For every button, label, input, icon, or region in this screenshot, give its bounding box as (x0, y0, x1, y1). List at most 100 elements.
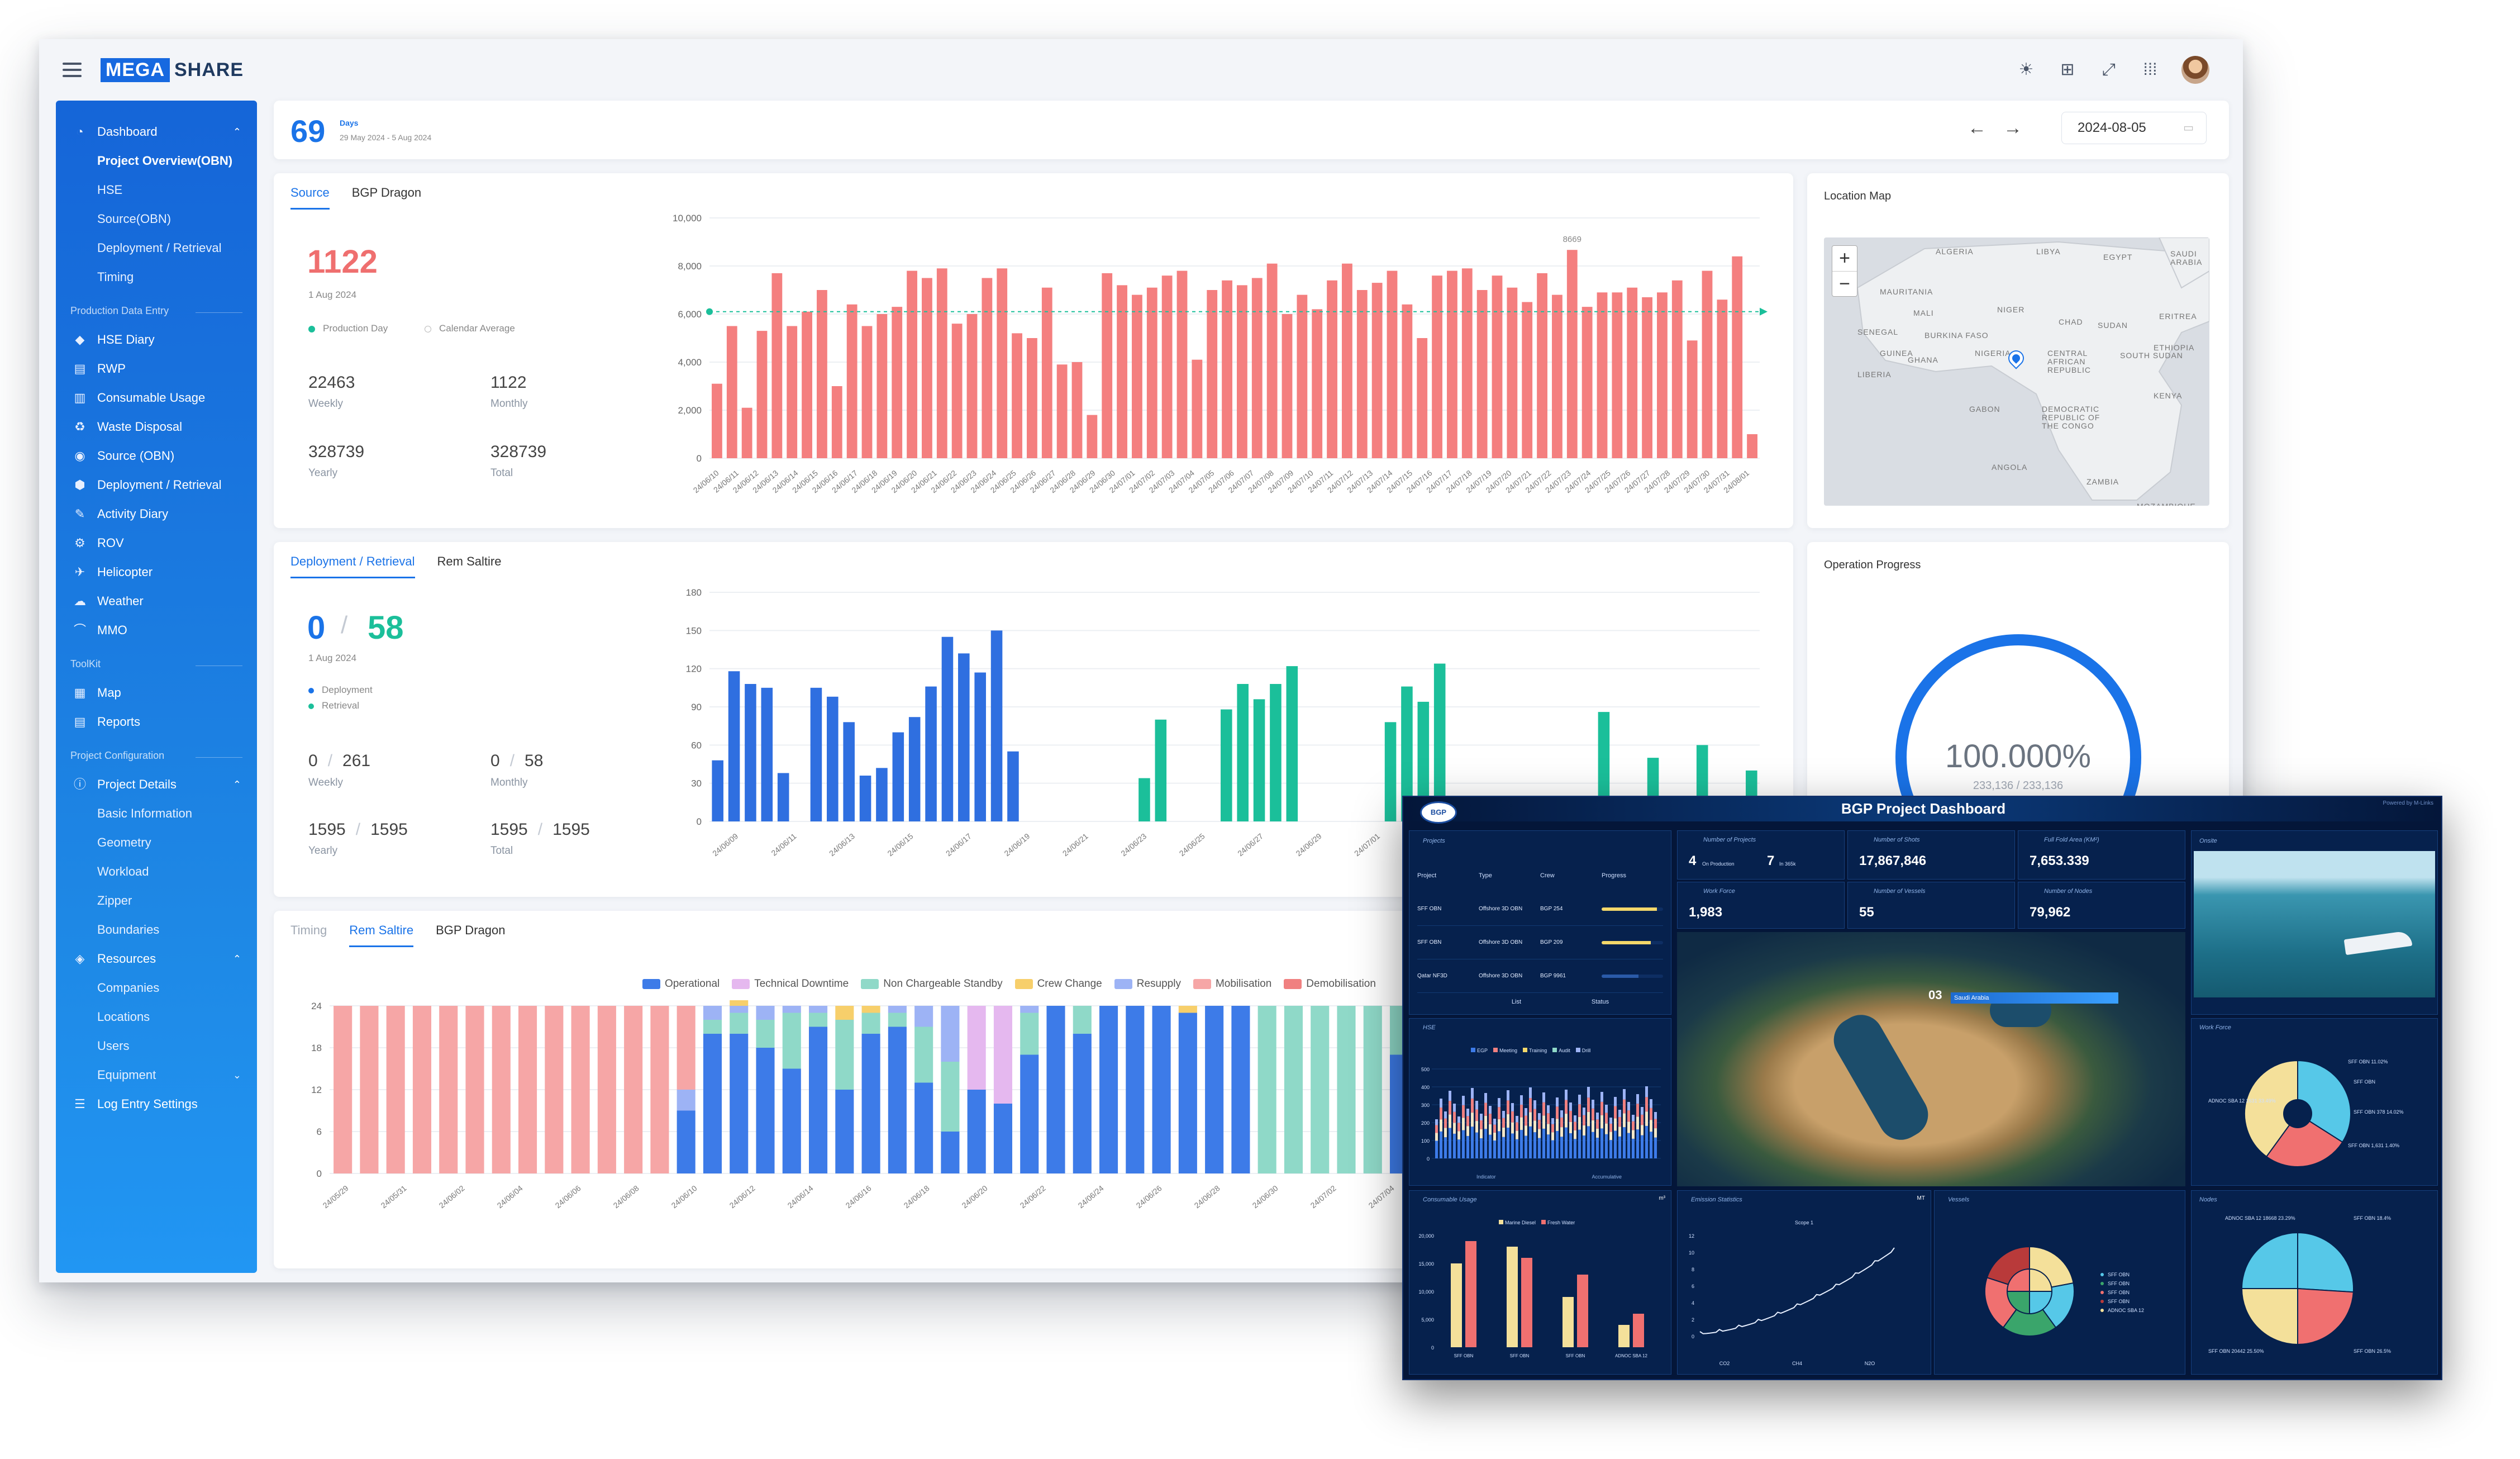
source-bar[interactable] (1732, 256, 1743, 458)
tab-bgp-dragon[interactable]: BGP Dragon (352, 186, 421, 210)
source-bar[interactable] (1192, 359, 1203, 458)
sidebar-item-entry-4[interactable]: ◉ Source (OBN) (56, 441, 257, 471)
source-bar[interactable] (1207, 290, 1218, 458)
source-bar[interactable] (1102, 273, 1113, 458)
translate-icon[interactable]: ⊞ (2057, 60, 2078, 80)
timing-bar-segment[interactable] (914, 1006, 933, 1027)
sidebar-item-resources[interactable]: ◈ Resources ⌃ (56, 944, 257, 973)
timing-bar-segment[interactable] (993, 1006, 1012, 1104)
tab-rem-saltire-timing[interactable]: Rem Saltire (349, 923, 414, 947)
timing-bar-segment[interactable] (914, 1026, 933, 1083)
timing-bar-segment[interactable] (1152, 1006, 1171, 1173)
hse-legend-item[interactable]: Meeting (1493, 1048, 1517, 1053)
timing-bar-segment[interactable] (1205, 1006, 1224, 1173)
source-bar[interactable] (1356, 290, 1368, 458)
source-bar[interactable] (1417, 338, 1428, 458)
source-bar[interactable] (1387, 270, 1398, 458)
pie-slice[interactable] (2241, 1232, 2298, 1289)
timing-bar-segment[interactable] (1020, 1006, 1039, 1013)
chevron-icon[interactable]: ⌃ (233, 953, 241, 965)
timing-bar-segment[interactable] (914, 1082, 933, 1174)
tab-source[interactable]: Source (290, 186, 330, 210)
timing-legend-item[interactable]: Demobilisation (1284, 978, 1376, 990)
retrieval-bar[interactable] (1221, 709, 1232, 821)
timing-bar-segment[interactable] (597, 1006, 616, 1173)
deployment-bar[interactable] (941, 636, 954, 821)
chevron-icon[interactable]: ⌃ (233, 126, 241, 138)
retrieval-bar[interactable] (1270, 684, 1282, 821)
timing-bar-segment[interactable] (756, 1048, 775, 1173)
timing-bar-segment[interactable] (1126, 1006, 1145, 1173)
timing-legend-item[interactable]: Mobilisation (1193, 978, 1271, 990)
timing-bar-segment[interactable] (571, 1006, 590, 1173)
source-bar[interactable] (1071, 362, 1083, 458)
source-bar[interactable] (1627, 287, 1638, 458)
source-bar[interactable] (846, 304, 858, 458)
source-bar[interactable] (1432, 275, 1442, 458)
timing-bar-segment[interactable] (888, 1026, 907, 1174)
source-bar[interactable] (1132, 294, 1142, 458)
timing-bar-segment[interactable] (861, 1034, 880, 1173)
tab-rem-saltire[interactable]: Rem Saltire (437, 554, 502, 578)
retrieval-bar[interactable] (1237, 684, 1249, 821)
source-bar[interactable] (861, 326, 873, 459)
source-bar[interactable] (1492, 275, 1503, 458)
source-bar[interactable] (951, 324, 963, 458)
chevron-icon[interactable]: ⌃ (233, 779, 241, 791)
calendar-icon[interactable]: ▭ (2183, 112, 2194, 144)
sidebar-item-entry-5[interactable]: ⬢ Deployment / Retrieval (56, 471, 257, 500)
timing-bar-segment[interactable] (941, 1062, 960, 1132)
deployment-bar[interactable] (859, 776, 871, 821)
timing-bar-segment[interactable] (730, 1013, 749, 1034)
sidebar-subitem-3[interactable]: Deployment / Retrieval (56, 234, 257, 263)
source-bar[interactable] (1566, 250, 1578, 458)
deployment-bar[interactable] (974, 672, 986, 822)
source-bar[interactable] (1176, 270, 1188, 458)
source-bar[interactable] (787, 326, 798, 459)
deployment-bar[interactable] (990, 630, 1003, 821)
timing-bar-segment[interactable] (835, 1020, 854, 1090)
timing-bar-segment[interactable] (703, 1034, 722, 1173)
sidebar-item-entry-8[interactable]: ✈ Helicopter (56, 558, 257, 587)
sidebar-item-dashboard[interactable]: ◔ Dashboard ⌃ (56, 117, 257, 146)
hse-foot-item[interactable]: Accumulative (1592, 1174, 1622, 1180)
sidebar-subitem-0[interactable]: Project Overview(OBN) (56, 146, 257, 175)
timing-bar-segment[interactable] (730, 1006, 749, 1013)
timing-bar-segment[interactable] (650, 1006, 669, 1173)
timing-bar-segment[interactable] (1073, 1034, 1092, 1173)
source-bar[interactable] (982, 278, 993, 459)
deployment-bar[interactable] (777, 773, 789, 821)
timing-bar-segment[interactable] (1099, 1006, 1118, 1173)
retrieval-bar[interactable] (1253, 699, 1265, 821)
source-bar[interactable] (771, 273, 783, 458)
timing-bar-segment[interactable] (967, 1006, 986, 1090)
deployment-bar[interactable] (892, 732, 904, 821)
location-map[interactable]: ALGERIA LIBYA EGYPT SAUDI ARABIA MAURITANIA M… (1824, 237, 2209, 506)
timing-bar-segment[interactable] (809, 1013, 828, 1027)
source-bar[interactable] (1027, 338, 1037, 458)
sidebar-item-entry-2[interactable]: ▥ Consumable Usage (56, 383, 257, 412)
timing-bar-segment[interactable] (1046, 1006, 1065, 1173)
sidebar-subitem-4[interactable]: Timing (56, 263, 257, 292)
source-bar[interactable] (1581, 307, 1593, 458)
tab-bgp-dragon-timing[interactable]: BGP Dragon (436, 923, 505, 947)
zoom-in-button[interactable]: + (1832, 246, 1857, 272)
source-bar[interactable] (1687, 340, 1698, 458)
timing-bar-segment[interactable] (624, 1006, 643, 1173)
source-bar[interactable] (831, 386, 842, 458)
timing-bar-segment[interactable] (677, 1006, 695, 1090)
sidebar-item-log-settings[interactable]: ☰ Log Entry Settings (56, 1090, 257, 1119)
timing-bar-segment[interactable] (756, 1020, 775, 1048)
timing-bar-segment[interactable] (412, 1006, 431, 1173)
zoom-out-button[interactable]: − (1832, 272, 1857, 297)
timing-bar-segment[interactable] (861, 1013, 880, 1034)
sidebar-item-entry-3[interactable]: ♻ Waste Disposal (56, 412, 257, 441)
source-bar[interactable] (1537, 273, 1547, 458)
source-bar[interactable] (966, 314, 978, 458)
deployment-bar[interactable] (728, 671, 740, 821)
deployment-bar[interactable] (712, 760, 723, 821)
deployment-bar[interactable] (908, 717, 921, 821)
timing-bar-segment[interactable] (545, 1006, 564, 1173)
hse-legend-item[interactable]: EGP (1471, 1048, 1488, 1053)
retrieval-bar[interactable] (1138, 778, 1150, 821)
